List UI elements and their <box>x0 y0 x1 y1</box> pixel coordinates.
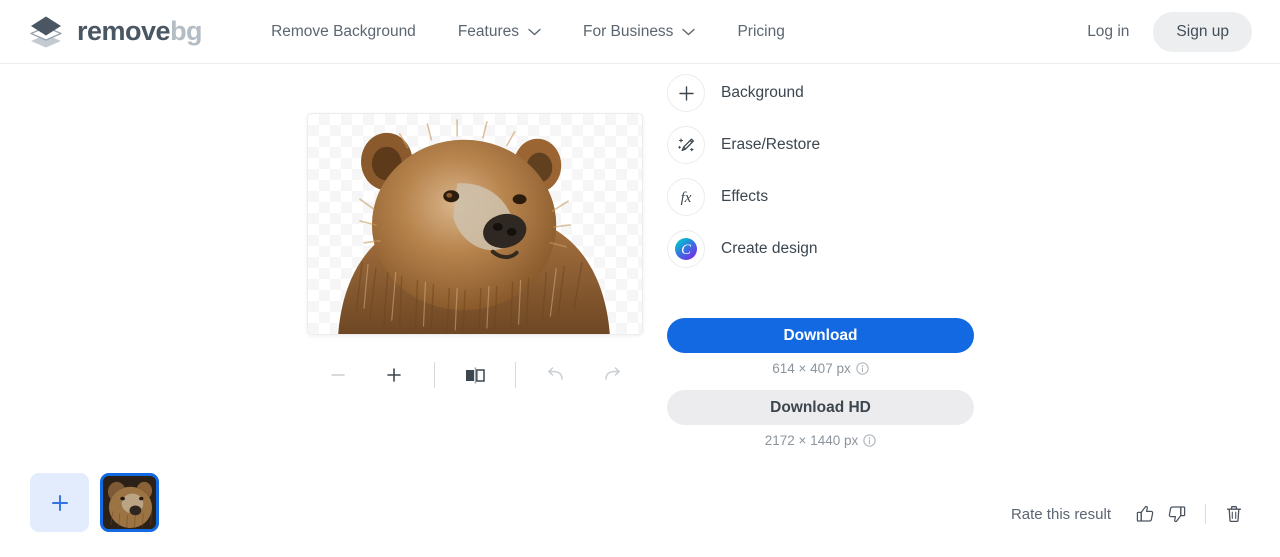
signup-button[interactable]: Sign up <box>1153 11 1252 52</box>
site-header: removebg Remove Background Features For … <box>0 0 1280 64</box>
delete-button[interactable] <box>1218 498 1250 530</box>
main-navigation: Remove Background Features For Business … <box>250 15 806 49</box>
thumbs-down-button[interactable] <box>1161 498 1193 530</box>
tool-create-design[interactable]: C Create design <box>667 230 1007 268</box>
nav-item-for-business[interactable]: For Business <box>562 15 716 49</box>
chevron-down-icon <box>528 28 541 35</box>
thumbs-up-icon <box>1136 505 1154 522</box>
tool-label: Effects <box>721 188 769 205</box>
info-circle-icon[interactable] <box>856 362 869 375</box>
redo-icon <box>605 367 620 380</box>
canva-icon: C <box>675 238 697 260</box>
chevron-down-icon <box>682 28 696 35</box>
compare-split-icon <box>466 367 485 384</box>
bear-image <box>338 119 610 334</box>
undo-button[interactable] <box>536 355 576 395</box>
thumbs-down-icon <box>1168 506 1186 523</box>
undo-icon <box>548 367 563 380</box>
download-section: Download 614 × 407 px Download HD 2172 ×… <box>667 318 974 448</box>
layers-logo-icon <box>30 16 62 47</box>
image-canvas[interactable] <box>307 113 643 335</box>
svg-text:fx: fx <box>681 190 692 206</box>
magic-brush-icon <box>677 137 694 151</box>
tool-effects[interactable]: fx Effects <box>667 178 1007 216</box>
tool-icon-wrap <box>667 74 705 112</box>
nav-item-remove-background[interactable]: Remove Background <box>250 15 437 49</box>
tool-label: Background <box>721 84 804 101</box>
fx-icon: fx <box>681 190 692 206</box>
thumbnail-image <box>103 476 156 529</box>
plus-icon <box>387 368 401 382</box>
tool-icon-wrap <box>667 126 705 164</box>
trash-icon <box>1226 506 1242 523</box>
tool-erase-restore[interactable]: Erase/Restore <box>667 126 1007 164</box>
nav-label: Features <box>457 22 519 40</box>
header-actions: Log in Sign up <box>1073 11 1252 52</box>
download-dimensions: 614 × 407 px <box>667 361 974 376</box>
nav-item-features[interactable]: Features <box>437 15 562 49</box>
removebg-editor-page: removebg Remove Background Features For … <box>0 0 1280 557</box>
logo[interactable]: removebg <box>28 14 203 50</box>
logo-text-secondary: bg <box>170 16 203 46</box>
svg-text:C: C <box>681 242 691 258</box>
toolbar-divider <box>515 362 516 388</box>
info-circle-icon[interactable] <box>863 434 876 447</box>
download-button[interactable]: Download <box>667 318 974 353</box>
rate-label: Rate this result <box>1010 505 1111 523</box>
nav-label: Pricing <box>737 22 785 40</box>
canvas-toolbar <box>307 355 643 395</box>
tools-panel: Background Erase/Restore fx Effects C Cr… <box>667 74 1007 282</box>
nav-label: Remove Background <box>271 22 416 40</box>
zoom-in-button[interactable] <box>374 355 414 395</box>
tool-label: Create design <box>721 240 818 257</box>
nav-label: For Business <box>582 22 674 40</box>
rate-result-bar: Rate this result <box>1011 498 1250 530</box>
nav-item-pricing[interactable]: Pricing <box>716 15 805 49</box>
login-link[interactable]: Log in <box>1073 14 1143 50</box>
thumbs-up-button[interactable] <box>1129 498 1161 530</box>
download-hd-dimensions-text: 2172 × 1440 px <box>764 433 859 448</box>
thumbnail-item-selected[interactable] <box>100 473 159 532</box>
tool-icon-wrap: fx <box>667 178 705 216</box>
download-hd-dimensions: 2172 × 1440 px <box>667 433 974 448</box>
add-image-button[interactable] <box>30 473 89 532</box>
zoom-out-button[interactable] <box>318 355 358 395</box>
tool-icon-wrap: C <box>667 230 705 268</box>
download-dimensions-text: 614 × 407 px <box>772 361 851 376</box>
redo-button[interactable] <box>592 355 632 395</box>
logo-text-primary: remove <box>77 16 171 46</box>
compare-toggle-button[interactable] <box>455 355 495 395</box>
plus-icon <box>678 85 694 101</box>
minus-icon <box>331 374 345 376</box>
tool-background[interactable]: Background <box>667 74 1007 112</box>
plus-icon <box>51 494 68 511</box>
toolbar-divider <box>434 362 435 388</box>
tool-label: Erase/Restore <box>721 136 821 153</box>
thumbnail-strip <box>30 473 159 532</box>
rate-divider <box>1205 504 1206 524</box>
download-hd-button[interactable]: Download HD <box>667 390 974 425</box>
